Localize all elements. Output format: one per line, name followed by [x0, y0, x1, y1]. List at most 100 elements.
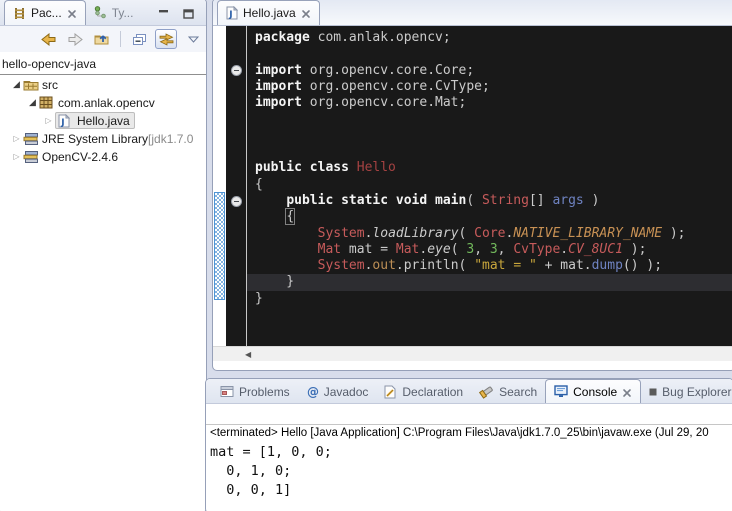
code-line: package com.anlak.opencv; — [247, 30, 732, 46]
editor-tab-hello-java[interactable]: JHello.java — [217, 0, 320, 25]
expanded-arrow-icon[interactable]: ◢ — [10, 79, 23, 90]
expanded-arrow-icon[interactable]: ◢ — [26, 97, 39, 108]
bottom-tab-javadoc[interactable]: @Javadoc — [298, 380, 377, 403]
collapse-all-icon — [132, 33, 147, 46]
toolbar-separator — [120, 31, 121, 47]
code-line — [247, 111, 732, 127]
console-output-area[interactable]: <terminated> Hello [Java Application] C:… — [206, 425, 732, 500]
gutter-row — [226, 291, 246, 307]
java-file-icon: J — [226, 6, 238, 20]
bottom-tab-label: Declaration — [402, 385, 463, 399]
tree-selection: JHello.java — [55, 112, 135, 129]
search-icon — [479, 385, 494, 399]
forward-arrow-icon — [68, 33, 83, 46]
back-button[interactable] — [37, 29, 59, 49]
tree-item-jre-system-library[interactable]: ▷JRE System Library [jdk1.7.0 — [0, 130, 206, 147]
console-output-line: mat = [1, 0, 0; — [210, 443, 732, 462]
view-tab-ty[interactable]: Ty... — [86, 0, 142, 25]
collapsed-arrow-icon[interactable]: ▷ — [42, 116, 55, 125]
tree-item-label: com.anlak.opencv — [56, 96, 155, 110]
project-root-label[interactable]: hello-opencv-java — [0, 55, 206, 74]
collapsed-arrow-icon[interactable]: ▷ — [10, 152, 23, 161]
view-tab-label: Ty... — [112, 6, 134, 20]
gutter-row — [226, 160, 246, 176]
gutter-row — [226, 30, 246, 46]
tree-item-com.anlak.opencv[interactable]: ◢ com.anlak.opencv — [0, 94, 206, 111]
bottom-tab-label: Console — [573, 385, 617, 399]
gutter-row — [226, 258, 246, 274]
link-with-editor-button[interactable] — [155, 29, 177, 49]
code-line: } — [247, 291, 732, 307]
svg-text:J: J — [228, 10, 232, 20]
declaration-icon — [384, 385, 397, 399]
code-line: } — [247, 274, 732, 290]
editor-horizontal-scrollbar[interactable]: ◀ — [213, 346, 732, 361]
code-editor[interactable]: package com.anlak.opencv; import org.open… — [247, 26, 732, 346]
library-icon — [23, 150, 40, 164]
gutter-row — [226, 193, 246, 209]
code-line: import org.opencv.core.Core; — [247, 63, 732, 79]
code-line: { — [247, 177, 732, 193]
tree-item-label: OpenCV-2.4.6 — [40, 150, 118, 164]
bottom-tab-declaration[interactable]: Declaration — [376, 380, 471, 403]
package-folder-icon — [23, 78, 40, 91]
package-explorer-icon — [13, 7, 26, 20]
console-output-line: 0, 1, 0; — [210, 462, 732, 481]
annotation-ruler[interactable] — [213, 26, 226, 346]
quick-diff-annotation — [214, 192, 225, 300]
go-into-button[interactable] — [91, 29, 113, 49]
code-line — [247, 128, 732, 144]
minimize-icon[interactable] — [158, 6, 169, 24]
svg-text:J: J — [60, 118, 64, 128]
code-line: Mat mat = Mat.eye( 3, 3, CvType.CV_8UC1 … — [247, 242, 732, 258]
collapsed-arrow-icon[interactable]: ▷ — [10, 134, 23, 143]
gutter-row — [226, 209, 246, 225]
fold-collapse-icon[interactable] — [231, 65, 242, 76]
view-tab-pac[interactable]: Pac... — [4, 0, 86, 25]
bottom-tab-label: Bug Explorer — [662, 385, 731, 399]
view-menu-icon — [188, 36, 199, 43]
gutter-row — [226, 79, 246, 95]
view-menu-button[interactable] — [182, 29, 204, 49]
fold-collapse-icon[interactable] — [231, 196, 242, 207]
tree-item-suffix: [jdk1.7.0 — [148, 132, 193, 146]
console-icon — [554, 385, 568, 398]
code-line: import org.opencv.core.Mat; — [247, 95, 732, 111]
code-line: System.loadLibrary( Core.NATIVE_LIBRARY_… — [247, 226, 732, 242]
package-explorer-view: Pac...Ty... hello-opencv-java ◢src◢com.a… — [0, 0, 207, 511]
bottom-tab-bug-explorer[interactable]: Bug Explorer — [641, 380, 732, 403]
tree-item-opencv-2.4.6[interactable]: ▷ OpenCV-2.4.6 — [0, 148, 206, 165]
code-line: public static void main( String[] args ) — [247, 193, 732, 209]
bottom-tab-label: Search — [499, 385, 537, 399]
gutter-row — [226, 242, 246, 258]
type-hierarchy-icon — [94, 6, 107, 19]
javadoc-icon: @ — [306, 385, 319, 398]
bottom-tab-console[interactable]: Console — [545, 379, 641, 403]
maximize-icon[interactable] — [183, 6, 194, 24]
bottom-tab-search[interactable]: Search — [471, 380, 545, 403]
gutter-row — [226, 144, 246, 160]
bottom-tab-label: Problems — [239, 385, 290, 399]
link-editor-icon — [159, 33, 174, 46]
forward-button[interactable] — [64, 29, 86, 49]
scroll-left-arrow-icon[interactable]: ◀ — [245, 350, 251, 359]
collapse-all-button[interactable] — [128, 29, 150, 49]
back-arrow-icon — [41, 33, 56, 46]
code-line: { — [247, 209, 732, 225]
package-explorer-toolbar — [0, 26, 206, 52]
close-icon[interactable] — [622, 387, 632, 397]
go-into-icon — [94, 32, 110, 46]
editor-tabstrip: JHello.java — [213, 0, 732, 26]
gutter-row — [226, 177, 246, 193]
tree-item-label: src — [40, 78, 58, 92]
tree-item-src[interactable]: ◢ src — [0, 76, 206, 93]
tree-item-hello.java[interactable]: ▷JHello.java — [0, 112, 206, 129]
gutter-row — [226, 63, 246, 79]
close-icon[interactable] — [301, 8, 311, 18]
close-icon[interactable] — [67, 8, 77, 18]
project-underline — [0, 74, 206, 75]
bottom-tab-problems[interactable]: Problems — [212, 380, 298, 403]
problems-icon — [220, 385, 234, 398]
gutter-row — [226, 128, 246, 144]
code-line — [247, 46, 732, 62]
